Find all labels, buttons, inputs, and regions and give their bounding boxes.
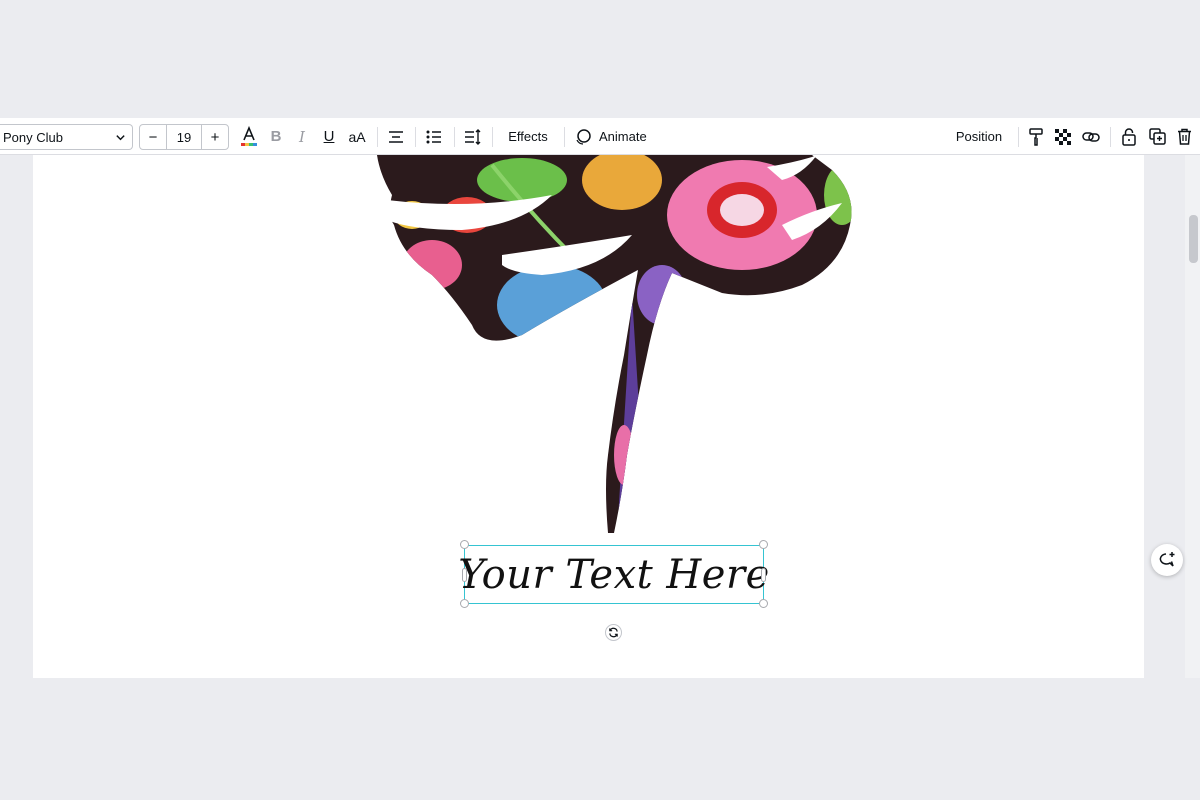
animate-button[interactable]: Animate (574, 118, 650, 155)
position-button[interactable]: Position (948, 118, 1010, 155)
italic-icon: I (299, 127, 305, 146)
link-icon (1082, 131, 1100, 142)
italic-button[interactable]: I (291, 118, 313, 155)
decrease-font-size-button[interactable]: − (140, 125, 166, 149)
underline-icon: U (323, 128, 335, 145)
copy-style-button[interactable] (1025, 118, 1047, 155)
alignment-button[interactable] (384, 118, 408, 155)
resize-handle-right[interactable] (761, 568, 766, 582)
animate-label: Animate (599, 129, 647, 144)
letter-case-button[interactable]: aA (344, 118, 370, 155)
toolbar-divider (1110, 127, 1111, 147)
toolbar-divider (377, 127, 378, 147)
letter-case-label: aA (348, 128, 366, 145)
toolbar-divider (454, 127, 455, 147)
toolbar-divider (564, 127, 565, 147)
editor-toolbar: Pony Club − 19 + B I U aA Effects Animat… (0, 118, 1200, 155)
delete-button[interactable] (1173, 118, 1195, 155)
link-button[interactable] (1080, 118, 1102, 155)
underline-button[interactable]: U (318, 118, 340, 155)
toolbar-divider (1018, 127, 1019, 147)
bold-icon: B (270, 128, 282, 145)
bold-button[interactable]: B (265, 118, 287, 155)
duplicate-icon (1148, 128, 1166, 145)
animate-icon (576, 128, 591, 145)
resize-handle-top-right[interactable] (759, 540, 768, 549)
monstera-leaf-image[interactable] (372, 155, 862, 540)
transparency-button[interactable] (1052, 118, 1074, 155)
scrollbar-thumb[interactable] (1189, 215, 1198, 263)
toolbar-divider (492, 127, 493, 147)
resize-handle-bottom-right[interactable] (759, 599, 768, 608)
transparency-icon (1055, 128, 1071, 145)
toolbar-divider (415, 127, 416, 147)
resize-handle-bottom-left[interactable] (460, 599, 469, 608)
font-family-dropdown[interactable]: Pony Club (0, 124, 133, 150)
lock-icon (1122, 127, 1136, 146)
text-color-icon (241, 125, 257, 146)
paint-roller-icon (1029, 127, 1043, 146)
rotate-icon (609, 627, 618, 638)
selected-text-element[interactable]: Your Text Here (458, 545, 769, 604)
resize-handle-left[interactable] (462, 568, 467, 582)
list-button[interactable] (422, 118, 446, 155)
spacing-button[interactable] (461, 118, 485, 155)
add-comment-icon (1159, 552, 1175, 567)
text-color-button[interactable] (237, 118, 261, 155)
rotate-handle[interactable] (605, 624, 622, 641)
font-family-value: Pony Club (3, 129, 63, 145)
trash-icon (1177, 128, 1191, 145)
align-center-icon (389, 130, 403, 143)
chevron-down-icon (116, 135, 125, 141)
increase-font-size-button[interactable]: + (202, 125, 228, 149)
lock-button[interactable] (1118, 118, 1140, 155)
font-size-stepper: − 19 + (139, 124, 229, 150)
resize-handle-top-left[interactable] (460, 540, 469, 549)
list-icon (426, 130, 441, 143)
duplicate-button[interactable] (1146, 118, 1168, 155)
add-comment-button[interactable] (1151, 544, 1183, 576)
effects-button[interactable]: Effects (500, 118, 556, 155)
text-element-content: Your Text Here (458, 551, 770, 598)
spacing-icon (465, 128, 481, 145)
font-size-input[interactable]: 19 (166, 125, 202, 149)
